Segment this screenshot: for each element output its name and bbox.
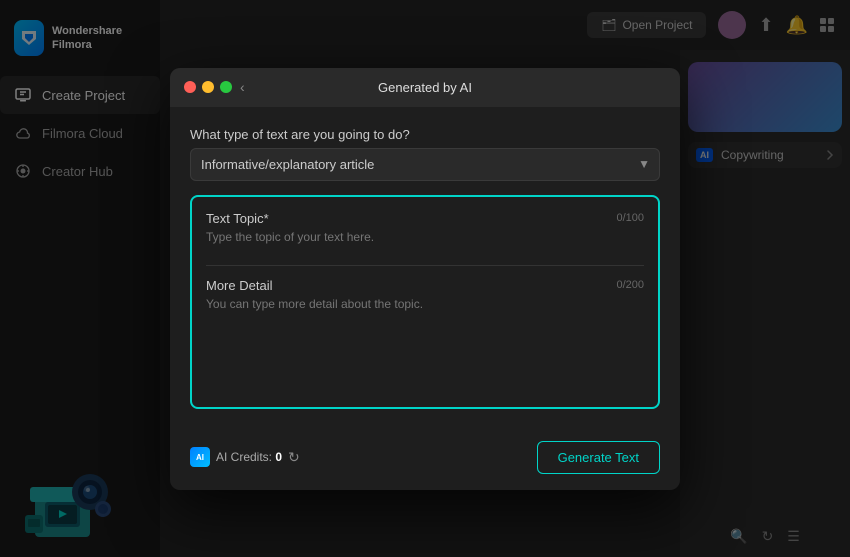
text-type-select[interactable]: Informative/explanatory articleStory/nar… — [190, 148, 660, 181]
app-container: Wondershare Filmora Create Project Filmo — [0, 0, 850, 557]
more-detail-input[interactable] — [206, 293, 644, 393]
text-type-label: What type of text are you going to do? — [190, 127, 660, 142]
text-topic-header: Text Topic* 0/100 — [206, 211, 644, 226]
dialog-back-button[interactable]: ‹ — [240, 79, 245, 95]
minimize-button[interactable] — [202, 81, 214, 93]
more-detail-section: More Detail 0/200 — [206, 278, 644, 393]
ai-icon: AI — [190, 447, 210, 467]
dialog-footer: AI AI Credits: 0 ↻ Generate Text — [170, 429, 680, 490]
close-button[interactable] — [184, 81, 196, 93]
dialog-titlebar: ‹ Generated by AI — [170, 68, 680, 107]
more-detail-label: More Detail — [206, 278, 272, 293]
credits-refresh-icon[interactable]: ↻ — [288, 449, 300, 466]
dialog-body: What type of text are you going to do? I… — [170, 107, 680, 429]
text-type-select-wrapper: Informative/explanatory articleStory/nar… — [190, 148, 660, 181]
generated-by-ai-dialog: ‹ Generated by AI What type of text are … — [170, 68, 680, 490]
dialog-title: Generated by AI — [378, 80, 472, 95]
more-detail-count: 0/200 — [616, 279, 644, 291]
ai-credits-area: AI AI Credits: 0 ↻ — [190, 447, 300, 467]
ai-credits-value: 0 — [275, 450, 282, 464]
more-detail-header: More Detail 0/200 — [206, 278, 644, 293]
text-input-area: Text Topic* 0/100 More Detail 0/200 — [190, 195, 660, 409]
text-topic-input[interactable] — [206, 226, 644, 248]
dialog-overlay: ‹ Generated by AI What type of text are … — [0, 0, 850, 557]
text-topic-section: Text Topic* 0/100 — [206, 211, 644, 266]
maximize-button[interactable] — [220, 81, 232, 93]
generate-text-button[interactable]: Generate Text — [537, 441, 660, 474]
text-type-group: What type of text are you going to do? I… — [190, 127, 660, 181]
text-topic-count: 0/100 — [616, 212, 644, 224]
text-topic-label: Text Topic* — [206, 211, 269, 226]
ai-credits-label: AI Credits: 0 — [216, 450, 282, 464]
traffic-lights — [184, 81, 232, 93]
